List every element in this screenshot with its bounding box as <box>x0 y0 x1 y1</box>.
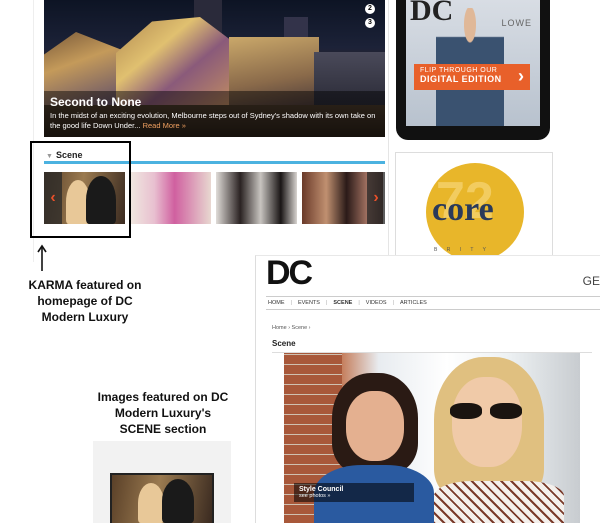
main-nav: HOME | EVENTS | SCENE | VIDEOS | ARTICLE… <box>266 296 600 310</box>
nav-home[interactable]: HOME <box>266 300 287 306</box>
dc-logo[interactable]: DC <box>266 256 313 293</box>
preview-photo <box>110 473 214 523</box>
magazine-cover-name: LOWE <box>501 18 532 28</box>
scene-thumbnail[interactable] <box>130 172 211 224</box>
read-more-link[interactable]: Read More » <box>143 121 186 130</box>
core-logo: core <box>432 191 494 228</box>
gallery-title[interactable]: Style Council <box>299 486 409 493</box>
photo-caption: Style Council see photos » <box>294 483 414 502</box>
scene-page-panel: DC GE HOME | EVENTS | SCENE | VIDEOS | A… <box>255 255 600 523</box>
chevron-right-icon: › <box>518 66 524 86</box>
hero-title[interactable]: Second to None <box>50 95 379 109</box>
hero-caption: Second to None In the midst of an exciti… <box>44 91 385 137</box>
featured-photo[interactable]: Style Council see photos » <box>284 353 580 523</box>
annotation-scene-section: Images featured on DC Modern Luxury's SC… <box>97 390 229 436</box>
nav-events[interactable]: EVENTS <box>296 300 322 306</box>
tablet-screen: DC LOWE FLIP THROUGH OUR DIGITAL EDITION… <box>406 0 540 126</box>
digital-edition-button[interactable]: FLIP THROUGH OUR DIGITAL EDITION › <box>414 64 530 90</box>
tablet-ad[interactable]: DC LOWE FLIP THROUGH OUR DIGITAL EDITION… <box>396 0 550 140</box>
nav-articles[interactable]: ARTICLES <box>398 300 429 306</box>
slide-dot[interactable]: 3 <box>365 18 375 28</box>
nav-videos[interactable]: VIDEOS <box>364 300 389 306</box>
slide-dots: 2 3 <box>365 4 375 28</box>
nav-scene[interactable]: SCENE <box>331 300 354 306</box>
scene-preview <box>93 441 231 523</box>
core-ad[interactable]: 72 core B R I T Y <box>395 152 553 256</box>
page-title: Scene <box>272 339 296 348</box>
scene-thumbnail[interactable] <box>216 172 297 224</box>
up-arrow-icon <box>37 244 47 271</box>
highlight-box <box>30 141 131 238</box>
slide-dot[interactable]: 2 <box>365 4 375 14</box>
sunglasses <box>450 403 524 419</box>
hero-text: In the midst of an exciting evolution, M… <box>50 111 376 130</box>
breadcrumb[interactable]: Home › Scene › <box>272 325 311 331</box>
annotation-homepage: KARMA featured on homepage of DC Modern … <box>28 278 142 324</box>
see-photos-link[interactable]: see photos » <box>299 493 409 499</box>
header-link-partial[interactable]: GE <box>583 274 600 288</box>
next-arrow-icon[interactable]: › <box>367 172 385 224</box>
core-subtext: B R I T Y <box>434 247 491 253</box>
hero-slideshow[interactable]: 2 3 Second to None In the midst of an ex… <box>44 0 385 137</box>
